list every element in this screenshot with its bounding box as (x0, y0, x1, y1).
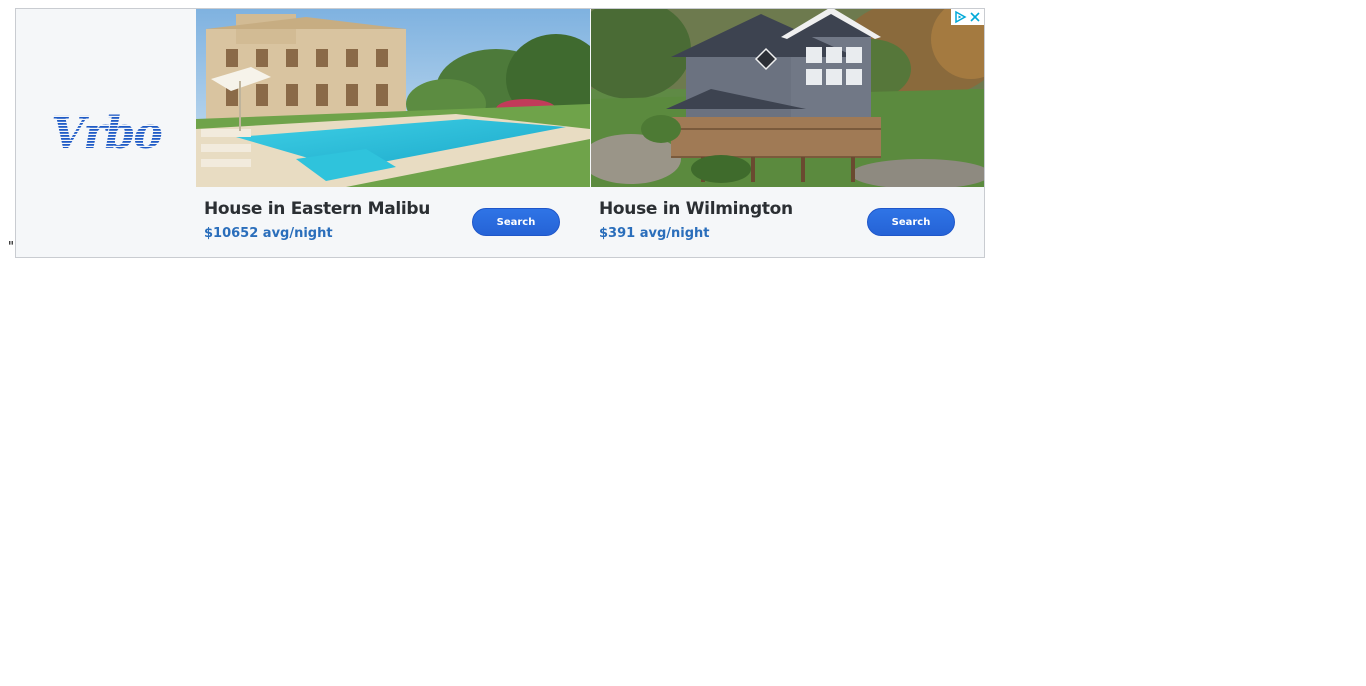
listing-card-wilmington[interactable]: House in Wilmington $391 avg/night Searc… (591, 9, 984, 257)
vrbo-logo: Vrbo (51, 108, 163, 158)
search-button-eastern-malibu[interactable]: Search (472, 208, 560, 236)
listing-price: $391 avg/night (599, 226, 710, 241)
adchoices-badge[interactable] (951, 9, 984, 25)
listing-title[interactable]: House in Wilmington (599, 199, 793, 219)
vrbo-logo-text: Vrbo (51, 108, 161, 158)
adchoices-triangle-icon[interactable] (953, 10, 967, 24)
listing-photo-cabin[interactable] (591, 9, 984, 187)
stray-quote-text: " (8, 240, 14, 255)
listing-price: $10652 avg/night (204, 226, 333, 241)
listing-card-eastern-malibu[interactable]: House in Eastern Malibu $10652 avg/night… (196, 9, 591, 257)
listing-title[interactable]: House in Eastern Malibu (204, 199, 430, 219)
brand-logo-panel[interactable]: Vrbo (16, 9, 196, 257)
listing-photo-villa-pool[interactable] (196, 9, 590, 187)
close-x-icon[interactable] (968, 10, 982, 24)
vrbo-banner-ad[interactable]: Vrbo House in Eastern Malibu $10652 avg/… (15, 8, 985, 258)
search-button-wilmington[interactable]: Search (867, 208, 955, 236)
